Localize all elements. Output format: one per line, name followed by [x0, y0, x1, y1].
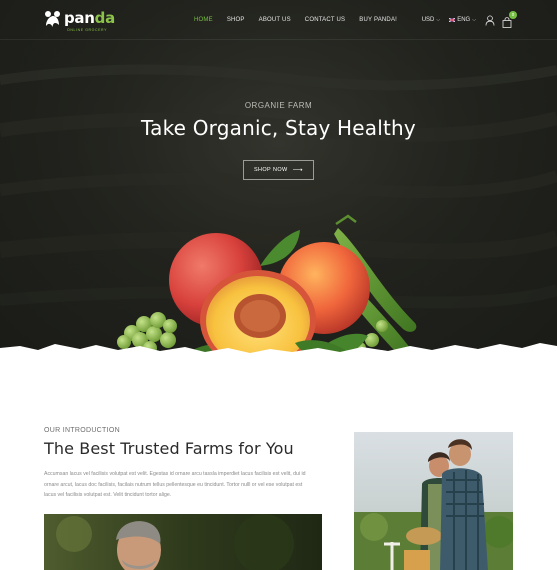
nav-item-home[interactable]: HOME — [194, 16, 213, 24]
brand-logo[interactable]: panda ONLINE GROCERY — [44, 10, 115, 32]
brand-name-accent: da — [94, 9, 116, 27]
chevron-down-icon: ⌵ — [436, 17, 441, 23]
cart-button[interactable]: 0 — [502, 10, 517, 28]
nav-item-about[interactable]: ABOUT US — [259, 16, 291, 24]
farm-couple-photo — [354, 432, 513, 570]
torn-paper-edge — [0, 343, 557, 370]
language-selector[interactable]: ENG — [457, 17, 470, 23]
page: panda ONLINE GROCERY HOME SHOP ABOUT US … — [0, 0, 557, 570]
brand-name-main: pan — [64, 9, 95, 27]
shop-now-label: SHOP NOW — [253, 167, 288, 173]
farmer-photo — [44, 514, 322, 570]
intro-eyebrow: OUR INTRODUCTION — [44, 427, 120, 434]
shop-now-button[interactable]: SHOP NOW ⟶ — [243, 160, 314, 180]
currency-selector[interactable]: USD — [422, 17, 435, 23]
intro-title: The Best Trusted Farms for You — [44, 439, 294, 458]
header-tools: USD ⌵ ENG ⌵ 0 — [422, 10, 517, 28]
main-nav: HOME SHOP ABOUT US CONTACT US BUY PANDA! — [194, 16, 411, 24]
brand-tagline: ONLINE GROCERY — [67, 28, 108, 32]
panda-logo-icon — [45, 11, 60, 27]
arrow-right-icon: ⟶ — [292, 167, 304, 174]
site-header: panda ONLINE GROCERY HOME SHOP ABOUT US … — [0, 0, 557, 40]
nav-item-buy[interactable]: BUY PANDA! — [359, 16, 397, 24]
intro-section: OUR INTRODUCTION The Best Trusted Farms … — [44, 427, 334, 501]
nav-item-shop[interactable]: SHOP — [227, 16, 245, 24]
nav-item-contact[interactable]: CONTACT US — [305, 16, 345, 24]
cart-count-badge: 0 — [509, 10, 517, 19]
intro-body: Accumsan lacus vel facilisis volutpat es… — [44, 471, 306, 498]
hero-subtitle: ORGANIE FARM — [244, 101, 313, 110]
hero-title: Take Organic, Stay Healthy — [141, 116, 416, 140]
user-icon[interactable] — [485, 14, 495, 26]
chevron-down-icon: ⌵ — [472, 17, 476, 23]
brand-name: panda ONLINE GROCERY — [64, 10, 115, 32]
uk-flag-icon — [449, 18, 456, 22]
